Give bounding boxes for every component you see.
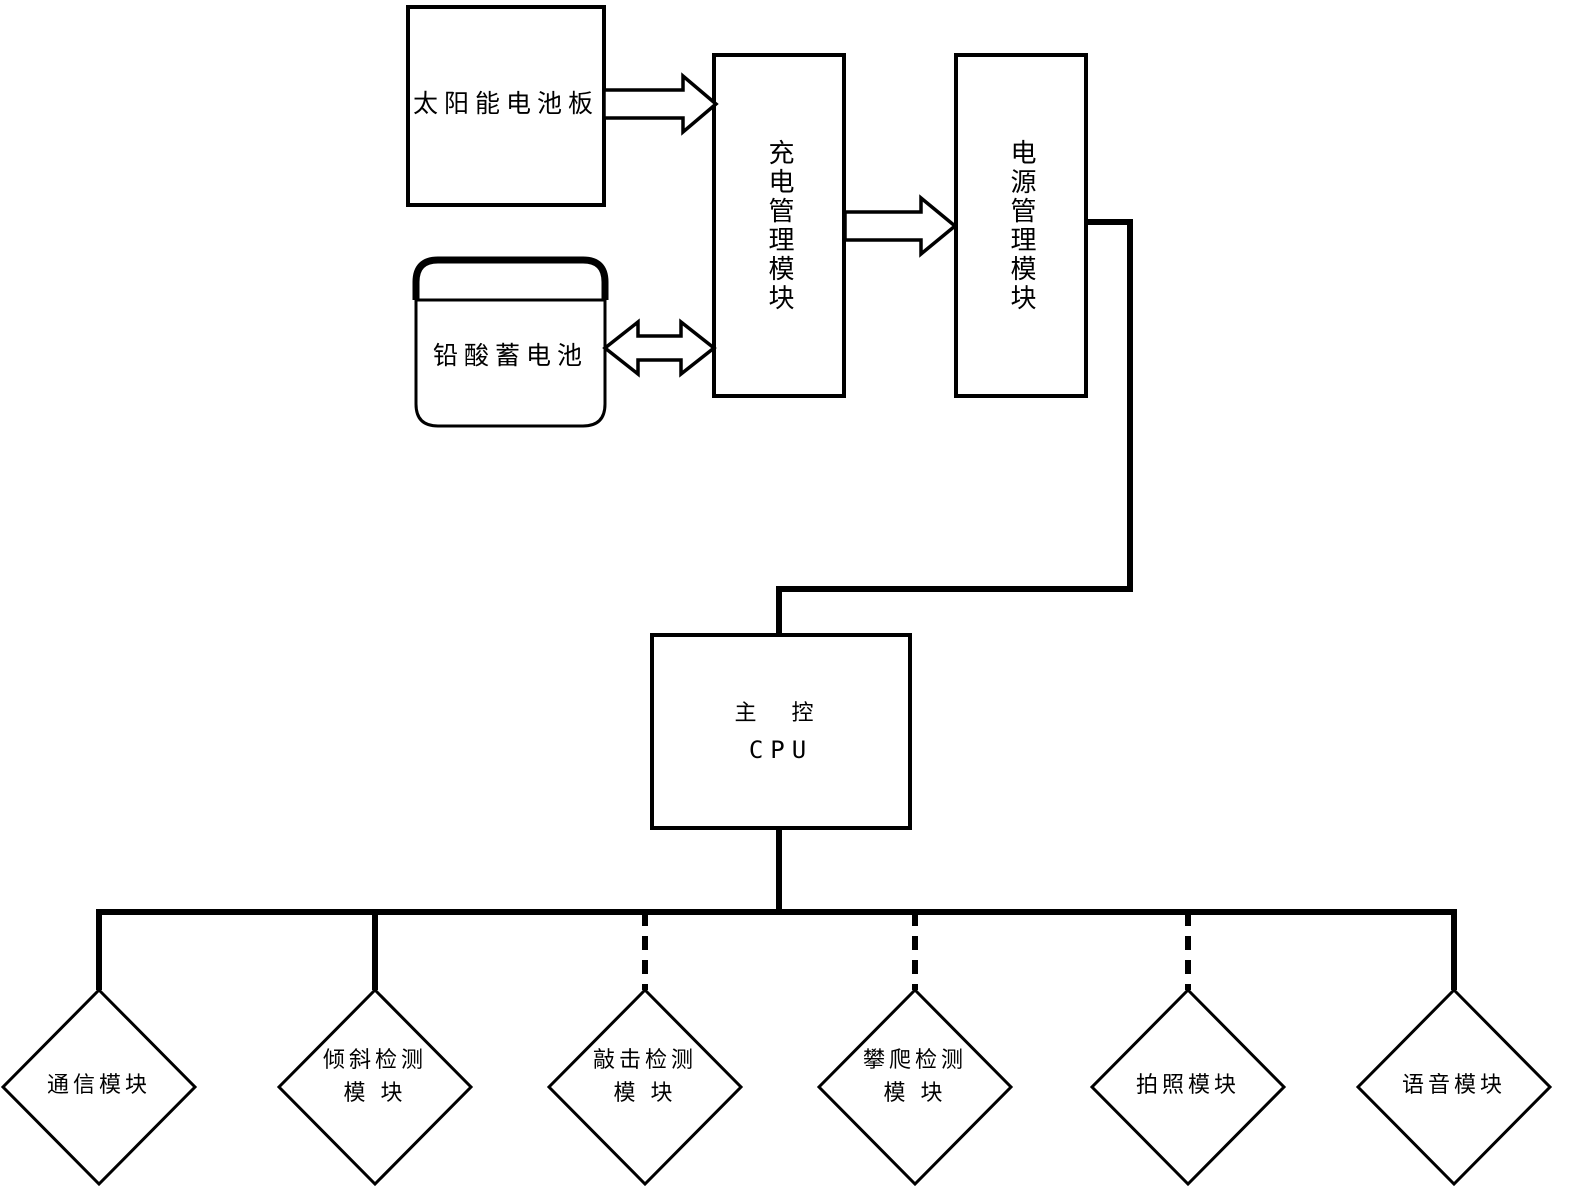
power-management-box[interactable] bbox=[954, 53, 1088, 398]
peripheral-diamond-photo[interactable] bbox=[1089, 987, 1287, 1187]
diagram-canvas: 太阳能电池板 铅酸蓄电池 充电管理模块 电源管理模块 主 控 CPU 通信模块 … bbox=[0, 0, 1576, 1196]
peripheral-diamond-tilt-detection[interactable] bbox=[276, 987, 474, 1187]
peripheral-diamond-knock-detection[interactable] bbox=[546, 987, 744, 1187]
diagram-vector-layer bbox=[0, 5, 1553, 1187]
arrow-charge-to-power bbox=[843, 194, 958, 258]
peripheral-diamond-voice[interactable] bbox=[1355, 987, 1553, 1187]
main-cpu-box[interactable] bbox=[650, 633, 912, 830]
solar-panel-box[interactable] bbox=[406, 5, 606, 207]
arrow-battery-to-charge bbox=[602, 318, 717, 378]
peripheral-diamond-communication[interactable] bbox=[0, 987, 198, 1187]
arrow-solar-to-charge bbox=[602, 72, 719, 136]
peripheral-diamond-climb-detection[interactable] bbox=[816, 987, 1014, 1187]
battery-cap bbox=[412, 256, 609, 300]
battery-body[interactable] bbox=[414, 298, 607, 428]
charge-management-box[interactable] bbox=[712, 53, 846, 398]
